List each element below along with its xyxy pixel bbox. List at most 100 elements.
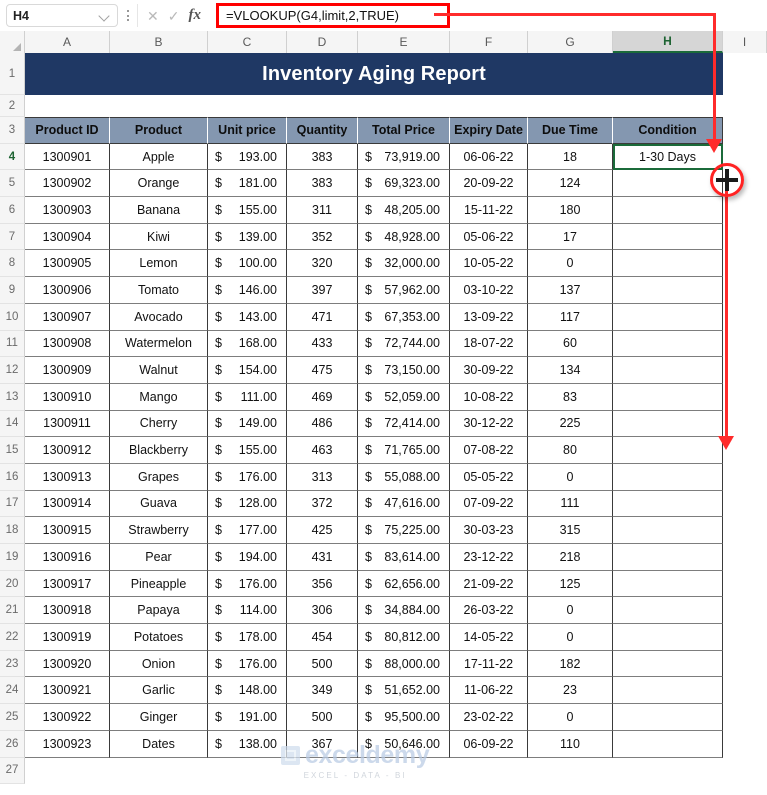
cell-condition[interactable] <box>613 597 723 625</box>
cell-expiry-date[interactable]: 26-03-22 <box>450 597 528 625</box>
cell-quantity[interactable]: 486 <box>287 410 358 438</box>
cell-due-time[interactable]: 182 <box>528 650 613 678</box>
cell-condition[interactable] <box>613 277 723 304</box>
cell-unit-price[interactable]: $111.00 <box>208 383 287 411</box>
cell-due-time[interactable]: 137 <box>528 277 613 304</box>
row-header-19[interactable]: 19 <box>0 544 25 571</box>
cell-expiry-date[interactable]: 20-09-22 <box>450 170 528 198</box>
cell-product-id[interactable]: 1300911 <box>25 410 110 438</box>
cell-product-id[interactable]: 1300903 <box>25 197 110 224</box>
row-header-5[interactable]: 5 <box>0 170 25 198</box>
row-header-25[interactable]: 25 <box>0 704 25 731</box>
cell-product-id[interactable]: 1300914 <box>25 490 110 518</box>
cell-i21[interactable] <box>723 597 767 625</box>
cell-due-time[interactable]: 111 <box>528 490 613 518</box>
cell-d2[interactable] <box>287 95 358 117</box>
cell-quantity[interactable]: 313 <box>287 463 358 491</box>
row-header-6[interactable]: 6 <box>0 197 25 224</box>
cell-unit-price[interactable]: $100.00 <box>208 250 287 278</box>
cell-i25[interactable] <box>723 704 767 731</box>
cell-product-id[interactable]: 1300908 <box>25 330 110 358</box>
cell-condition[interactable] <box>613 383 723 411</box>
cell-i15[interactable] <box>723 437 767 464</box>
cell-i18[interactable] <box>723 517 767 544</box>
row-header-23[interactable]: 23 <box>0 650 25 678</box>
cell-product-id[interactable]: 1300923 <box>25 730 110 758</box>
cell-expiry-date[interactable]: 23-12-22 <box>450 544 528 571</box>
row-header-10[interactable]: 10 <box>0 303 25 331</box>
cell-total-price[interactable]: $80,812.00 <box>358 624 450 651</box>
column-header-c[interactable]: C <box>208 31 287 53</box>
cell-expiry-date[interactable]: 15-11-22 <box>450 197 528 224</box>
cell-condition[interactable] <box>613 624 723 651</box>
cell-unit-price[interactable]: $148.00 <box>208 677 287 705</box>
row-header-1[interactable]: 1 <box>0 53 25 95</box>
cell-expiry-date[interactable]: 14-05-22 <box>450 624 528 651</box>
row-header-24[interactable]: 24 <box>0 677 25 705</box>
name-box[interactable]: H4 <box>6 4 118 27</box>
row-header-20[interactable]: 20 <box>0 570 25 598</box>
cell-total-price[interactable]: $48,205.00 <box>358 197 450 224</box>
cell-b27[interactable] <box>110 757 208 785</box>
cell-product-id[interactable]: 1300912 <box>25 437 110 464</box>
cell-i20[interactable] <box>723 570 767 598</box>
cell-b2[interactable] <box>110 95 208 117</box>
cell-i19[interactable] <box>723 544 767 571</box>
fx-icon[interactable]: fx <box>188 8 201 23</box>
cell-expiry-date[interactable]: 07-09-22 <box>450 490 528 518</box>
cell-quantity[interactable]: 372 <box>287 490 358 518</box>
formula-input[interactable]: =VLOOKUP(G4,limit,2,TRUE) <box>215 3 450 28</box>
cell-expiry-date[interactable]: 18-07-22 <box>450 330 528 358</box>
cell-condition[interactable] <box>613 223 723 251</box>
cell-total-price[interactable]: $75,225.00 <box>358 517 450 544</box>
column-header-b[interactable]: B <box>110 31 208 53</box>
cell-product[interactable]: Ginger <box>110 704 208 731</box>
cell-product[interactable]: Cherry <box>110 410 208 438</box>
cell-unit-price[interactable]: $176.00 <box>208 570 287 598</box>
cell-due-time[interactable]: 117 <box>528 303 613 331</box>
cell-total-price[interactable]: $67,353.00 <box>358 303 450 331</box>
cell-condition[interactable] <box>613 517 723 544</box>
column-header-i[interactable]: I <box>723 31 767 53</box>
cell-i3[interactable] <box>723 117 767 144</box>
cell-product[interactable]: Banana <box>110 197 208 224</box>
cell-condition[interactable] <box>613 730 723 758</box>
cell-quantity[interactable]: 367 <box>287 730 358 758</box>
cell-unit-price[interactable]: $178.00 <box>208 624 287 651</box>
row-header-2[interactable]: 2 <box>0 95 25 117</box>
cell-i13[interactable] <box>723 383 767 411</box>
cell-c2[interactable] <box>208 95 287 117</box>
cell-unit-price[interactable]: $176.00 <box>208 463 287 491</box>
cell-g2[interactable] <box>528 95 613 117</box>
cell-product[interactable]: Pineapple <box>110 570 208 598</box>
cell-unit-price[interactable]: $193.00 <box>208 143 287 171</box>
cell-total-price[interactable]: $83,614.00 <box>358 544 450 571</box>
cell-condition[interactable] <box>613 704 723 731</box>
cell-due-time[interactable]: 225 <box>528 410 613 438</box>
cell-product-id[interactable]: 1300917 <box>25 570 110 598</box>
cell-due-time[interactable]: 0 <box>528 624 613 651</box>
cell-quantity[interactable]: 500 <box>287 704 358 731</box>
cell-i23[interactable] <box>723 650 767 678</box>
cell-quantity[interactable]: 471 <box>287 303 358 331</box>
cell-total-price[interactable]: $34,884.00 <box>358 597 450 625</box>
cell-quantity[interactable]: 349 <box>287 677 358 705</box>
cell-product-id[interactable]: 1300920 <box>25 650 110 678</box>
cell-i27[interactable] <box>723 757 767 785</box>
cell-total-price[interactable]: $52,059.00 <box>358 383 450 411</box>
cell-condition[interactable] <box>613 570 723 598</box>
cell-expiry-date[interactable]: 17-11-22 <box>450 650 528 678</box>
column-header-e[interactable]: E <box>358 31 450 53</box>
cell-i1[interactable] <box>723 53 767 95</box>
cell-product[interactable]: Walnut <box>110 357 208 384</box>
cell-total-price[interactable]: $51,652.00 <box>358 677 450 705</box>
cell-condition[interactable] <box>613 170 723 198</box>
row-header-15[interactable]: 15 <box>0 437 25 464</box>
cell-due-time[interactable]: 218 <box>528 544 613 571</box>
cell-condition[interactable]: 1-30 Days <box>613 143 723 171</box>
cell-due-time[interactable]: 23 <box>528 677 613 705</box>
cell-a2[interactable] <box>25 95 110 117</box>
chevron-down-icon[interactable] <box>99 10 111 22</box>
cell-total-price[interactable]: $57,962.00 <box>358 277 450 304</box>
column-header-g[interactable]: G <box>528 31 613 53</box>
